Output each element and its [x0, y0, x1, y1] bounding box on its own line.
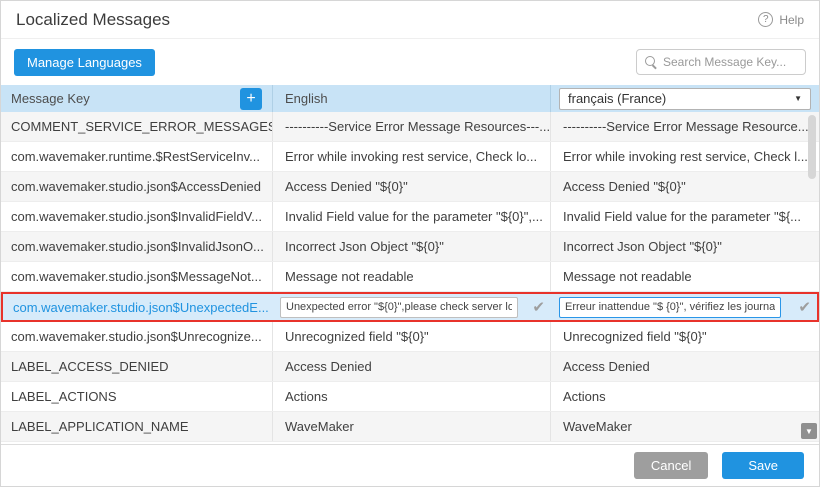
search-box[interactable] [636, 49, 806, 75]
row-message-key: LABEL_ACTIONS [1, 382, 273, 411]
table-body: COMMENT_SERVICE_ERROR_MESSAGES ---------… [1, 112, 819, 444]
scrollbar-thumb[interactable] [808, 115, 816, 179]
save-button[interactable]: Save [722, 452, 804, 479]
language-dropdown-value: français (France) [568, 91, 666, 106]
add-message-key-button[interactable]: + [240, 88, 262, 110]
help-label: Help [779, 13, 804, 27]
column-header-message-key: Message Key + [1, 85, 273, 112]
table-row[interactable]: com.wavemaker.studio.json$Unrecognize...… [1, 322, 819, 352]
column-header-language: français (France) ▼ [551, 85, 819, 112]
row-message-key: com.wavemaker.studio.json$InvalidJsonO..… [1, 232, 273, 261]
table-row[interactable]: com.wavemaker.studio.json$MessageNot... … [1, 262, 819, 292]
row-english-text[interactable]: Actions [273, 382, 551, 411]
french-message-input[interactable] [559, 297, 781, 318]
row-message-key-selected: com.wavemaker.studio.json$UnexpectedE... [3, 294, 275, 320]
title-bar: Localized Messages ? Help [1, 1, 819, 39]
row-message-key: com.wavemaker.runtime.$RestServiceInv... [1, 142, 273, 171]
row-french-edit-cell: ✔ [553, 294, 817, 320]
help-button[interactable]: ? Help [758, 12, 804, 27]
row-english-text[interactable]: Incorrect Json Object "${0}" [273, 232, 551, 261]
scroll-down-button[interactable]: ▼ [801, 423, 817, 439]
vertical-scrollbar[interactable]: ▼ [801, 112, 819, 444]
row-message-key: COMMENT_SERVICE_ERROR_MESSAGES [1, 112, 273, 141]
table-row[interactable]: LABEL_ACTIONS Actions Actions [1, 382, 819, 412]
footer-bar: Cancel Save [1, 444, 819, 486]
row-french-text[interactable]: Message not readable [551, 262, 819, 291]
search-input[interactable] [663, 55, 797, 69]
column-header-english: English [273, 85, 551, 112]
table-row[interactable]: LABEL_APPLICATION_NAME WaveMaker WaveMak… [1, 412, 819, 442]
table-row[interactable]: COMMENT_SERVICE_ERROR_MESSAGES ---------… [1, 112, 819, 142]
english-header-label: English [285, 91, 328, 106]
table-row[interactable]: com.wavemaker.studio.json$AccessDenied A… [1, 172, 819, 202]
row-english-text[interactable]: Message not readable [273, 262, 551, 291]
confirm-check-icon[interactable]: ✔ [532, 300, 545, 315]
row-french-text[interactable]: Incorrect Json Object "${0}" [551, 232, 819, 261]
row-french-text[interactable]: Unrecognized field "${0}" [551, 322, 819, 351]
table-row[interactable]: com.wavemaker.runtime.$RestServiceInv...… [1, 142, 819, 172]
row-message-key: LABEL_ACCESS_DENIED [1, 352, 273, 381]
row-french-text[interactable]: ----------Service Error Message Resource… [551, 112, 819, 141]
row-english-text[interactable]: ----------Service Error Message Resource… [273, 112, 551, 141]
help-question-icon: ? [758, 12, 773, 27]
row-french-text[interactable]: Invalid Field value for the parameter "$… [551, 202, 819, 231]
table-row[interactable]: com.wavemaker.studio.json$InvalidFieldV.… [1, 202, 819, 232]
row-message-key: com.wavemaker.studio.json$Unrecognize... [1, 322, 273, 351]
row-french-text[interactable]: WaveMaker [551, 412, 819, 441]
row-message-key: com.wavemaker.studio.json$InvalidFieldV.… [1, 202, 273, 231]
row-english-edit-cell: ✔ [275, 294, 553, 320]
english-message-input[interactable] [280, 297, 518, 318]
row-message-key: com.wavemaker.studio.json$AccessDenied [1, 172, 273, 201]
messages-table: Message Key + English français (France) … [1, 85, 819, 444]
manage-languages-button[interactable]: Manage Languages [14, 49, 155, 76]
row-english-text[interactable]: Error while invoking rest service, Check… [273, 142, 551, 171]
table-header-row: Message Key + English français (France) … [1, 85, 819, 112]
row-french-text[interactable]: Access Denied "${0}" [551, 172, 819, 201]
row-message-key: com.wavemaker.studio.json$MessageNot... [1, 262, 273, 291]
row-french-text[interactable]: Access Denied [551, 352, 819, 381]
row-french-text[interactable]: Actions [551, 382, 819, 411]
chevron-down-icon: ▼ [794, 94, 802, 103]
row-english-text[interactable]: WaveMaker [273, 412, 551, 441]
table-row-editing[interactable]: com.wavemaker.studio.json$UnexpectedE...… [1, 292, 819, 322]
row-french-text[interactable]: Error while invoking rest service, Check… [551, 142, 819, 171]
row-message-key: LABEL_APPLICATION_NAME [1, 412, 273, 441]
table-row[interactable]: com.wavemaker.studio.json$InvalidJsonO..… [1, 232, 819, 262]
row-english-text[interactable]: Unrecognized field "${0}" [273, 322, 551, 351]
toolbar: Manage Languages [1, 39, 819, 85]
cancel-button[interactable]: Cancel [634, 452, 708, 479]
row-english-text[interactable]: Invalid Field value for the parameter "$… [273, 202, 551, 231]
language-dropdown[interactable]: français (France) ▼ [559, 88, 811, 110]
row-english-text[interactable]: Access Denied [273, 352, 551, 381]
localized-messages-dialog: Localized Messages ? Help Manage Languag… [0, 0, 820, 487]
message-key-header-label: Message Key [11, 91, 90, 106]
search-icon [645, 56, 657, 68]
table-row[interactable]: LABEL_ACCESS_DENIED Access Denied Access… [1, 352, 819, 382]
page-title: Localized Messages [16, 10, 170, 30]
row-english-text[interactable]: Access Denied "${0}" [273, 172, 551, 201]
